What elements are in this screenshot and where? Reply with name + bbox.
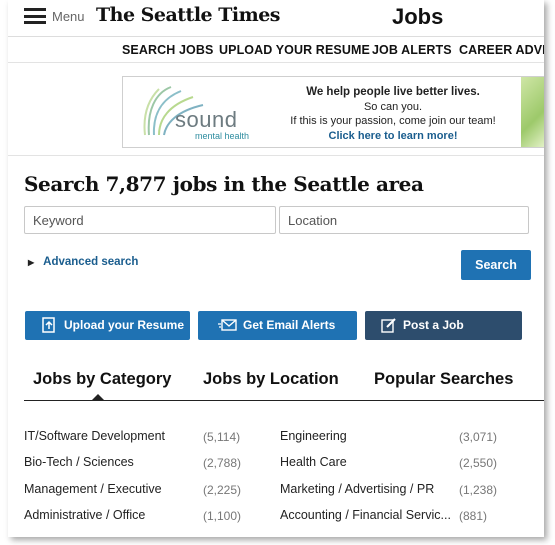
category-link[interactable]: Administrative / Office	[24, 508, 145, 522]
subnav-upload-resume[interactable]: UPLOAD YOUR RESUME	[219, 43, 370, 57]
subnav-career-advice[interactable]: CAREER ADVICE	[459, 43, 544, 57]
sound-mental-health-ad[interactable]: sound mental health We help people live …	[122, 76, 544, 148]
divider	[8, 62, 544, 63]
category-link[interactable]: Management / Executive	[24, 482, 162, 496]
ad-line-1: We help people live better lives.	[306, 86, 480, 98]
category-count: (3,071)	[459, 430, 498, 444]
category-count: (1,238)	[459, 483, 498, 497]
category-count: (2,225)	[203, 483, 242, 497]
category-link[interactable]: Marketing / Advertising / PR	[280, 482, 434, 496]
caret-right-icon: ▶	[28, 258, 35, 267]
search-button[interactable]: Search	[461, 250, 531, 280]
category-link[interactable]: Bio-Tech / Sciences	[24, 455, 134, 469]
subnav-job-alerts[interactable]: JOB ALERTS	[372, 43, 452, 57]
ad-line-2: So can you.	[363, 100, 423, 113]
active-tab-caret-icon	[92, 394, 104, 400]
subnav-search-jobs[interactable]: SEARCH JOBS	[122, 43, 213, 57]
category-count: (5,114)	[203, 430, 241, 444]
keyword-input[interactable]	[24, 206, 276, 234]
category-count: (1,100)	[203, 509, 242, 523]
email-alerts-button[interactable]: Get Email Alerts	[198, 311, 357, 340]
search-headline: Search 7,877 jobs in the Seattle area	[24, 172, 424, 196]
upload-resume-button[interactable]: Upload your Resume	[25, 311, 190, 340]
category-link[interactable]: Accounting / Financial Servic...	[280, 508, 451, 522]
category-link[interactable]: IT/Software Development	[24, 429, 165, 443]
post-job-label: Post a Job	[403, 318, 464, 332]
category-count: (881)	[459, 509, 488, 523]
tab-jobs-by-category[interactable]: Jobs by Category	[33, 370, 171, 389]
ad-brand-name: sound	[175, 107, 238, 132]
hamburger-menu-icon[interactable]	[24, 8, 46, 24]
advanced-search-label: Advanced search	[43, 256, 139, 268]
envelope-icon	[218, 319, 237, 331]
advanced-search-toggle[interactable]: ▶ Advanced search	[28, 256, 138, 268]
ad-copy: We help people live better lives. So can…	[273, 85, 513, 143]
email-alerts-label: Get Email Alerts	[243, 318, 336, 332]
category-link[interactable]: Engineering	[280, 429, 347, 443]
jobs-subnav: SEARCH JOBS UPLOAD YOUR RESUME JOB ALERT…	[8, 36, 544, 62]
tab-jobs-by-location[interactable]: Jobs by Location	[203, 370, 339, 389]
location-input[interactable]	[279, 206, 529, 234]
category-link[interactable]: Health Care	[280, 455, 347, 469]
divider	[8, 155, 544, 156]
ad-leaf-image	[521, 77, 544, 147]
upload-resume-label: Upload your Resume	[64, 318, 185, 332]
tab-popular-searches[interactable]: Popular Searches	[374, 370, 513, 389]
edit-icon	[381, 318, 396, 333]
page-frame: Menu The Seattle Times Jobs SEARCH JOBS …	[8, 0, 544, 537]
ad-line-3: If this is your passion, come join our t…	[290, 115, 496, 127]
ad-learn-more-link[interactable]: Click here to learn more!	[273, 129, 513, 144]
menu-label[interactable]: Menu	[52, 9, 85, 24]
post-job-button[interactable]: Post a Job	[365, 311, 522, 340]
category-count: (2,788)	[203, 456, 242, 470]
document-upload-icon	[42, 317, 55, 333]
category-count: (2,550)	[459, 456, 498, 470]
section-title: Jobs	[392, 4, 444, 29]
ad-brand-sub: mental health	[195, 131, 250, 141]
tabs-underline	[24, 400, 544, 401]
top-bar: Menu The Seattle Times Jobs	[8, 0, 544, 34]
seattle-times-logo[interactable]: The Seattle Times	[96, 4, 281, 26]
